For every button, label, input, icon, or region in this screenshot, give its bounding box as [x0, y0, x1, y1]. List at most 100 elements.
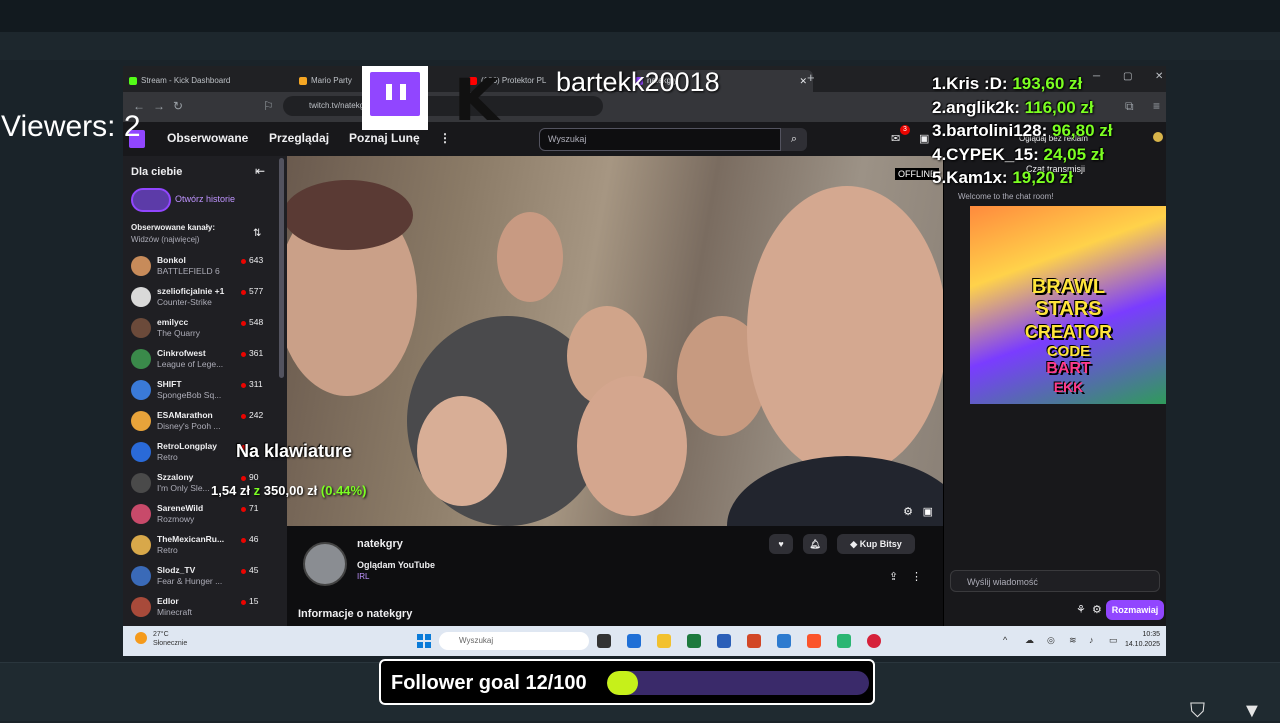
live-dot-icon	[241, 259, 246, 264]
banner-line: CREATOR	[1024, 322, 1113, 342]
tray-chevron-icon[interactable]: ^	[1003, 635, 1007, 645]
followed-channels-header: Obserwowane kanały: Widzów (najwięcej)	[131, 222, 215, 246]
sidebar-channel[interactable]: SHIFT SpongeBob Sq... 311	[123, 376, 275, 406]
more-options-icon[interactable]: ⋮	[911, 570, 922, 583]
security-icon[interactable]	[777, 634, 791, 648]
donation-goal-title: Na klawiature	[236, 441, 353, 461]
browser-tab-kick[interactable]: Stream - Kick Dashboard	[127, 70, 301, 92]
forward-icon[interactable]: →	[153, 99, 165, 113]
sidebar-channel[interactable]: szelioficjalnie +1 Counter-Strike 577	[123, 283, 275, 313]
bits-icon[interactable]: ⚘	[1076, 603, 1086, 616]
video-player[interactable]: OFFLINE ⚙ ▣	[287, 156, 943, 526]
brave-browser-icon[interactable]	[807, 634, 821, 648]
notification-bell-icon[interactable]: 🔔︎	[803, 534, 827, 554]
reload-icon[interactable]: ↻	[173, 99, 183, 113]
follower-goal-track	[607, 671, 869, 695]
app-icon[interactable]	[837, 634, 851, 648]
live-dot-icon	[241, 383, 246, 388]
buy-bits-button[interactable]: ◆ Kup Bitsy	[837, 534, 915, 554]
sidebar-channel[interactable]: Cinkrofwest League of Lege... 361	[123, 345, 275, 375]
top-donors-list: 1.Kris :D: 193,60 zł 2.anglik2k: 116,00 …	[932, 72, 1152, 190]
channel-viewers: 361	[249, 348, 264, 358]
channel-game: Retro	[157, 452, 178, 462]
new-tab-icon[interactable]: +	[807, 70, 815, 85]
windows-taskbar: 27°C Słonecznie Wyszukaj ^ ☁ ◎ ≋ ♪ ▭ 10:…	[123, 626, 1166, 656]
user-avatar[interactable]	[1153, 132, 1163, 142]
sidebar-channel[interactable]: ESAMarathon Disney's Pooh ... 242	[123, 407, 275, 437]
obs-icon[interactable]	[867, 634, 881, 648]
channel-game: Retro	[157, 545, 178, 555]
theater-mode-icon[interactable]: ▣	[923, 505, 933, 518]
tray-icon[interactable]: ☁	[1025, 635, 1034, 646]
share-icon[interactable]: ⇪	[889, 570, 898, 583]
taskbar-search-input[interactable]: Wyszukaj	[439, 632, 589, 650]
word-icon[interactable]	[717, 634, 731, 648]
buy-bits-label: Kup Bitsy	[859, 539, 902, 549]
nav-followed[interactable]: Obserwowane	[167, 131, 248, 145]
goal-raised: 1,54 zł	[211, 483, 251, 498]
sidebar-channel[interactable]: Bonkol BATTLEFIELD 6 643	[123, 252, 275, 282]
task-view-icon[interactable]	[597, 634, 611, 648]
date: 14.10.2025	[1124, 641, 1160, 648]
powerpoint-icon[interactable]	[747, 634, 761, 648]
channel-viewers: 46	[249, 534, 259, 544]
url-input[interactable]: twitch.tv/natekgry	[283, 96, 603, 116]
banner-line: BART	[1046, 360, 1091, 377]
sidebar-channel[interactable]: Edlor Minecraft 15	[123, 593, 275, 623]
channel-avatar	[131, 380, 151, 400]
person-shape	[417, 396, 507, 506]
channel-name: SareneWild	[157, 503, 204, 513]
story-avatar[interactable]	[131, 188, 171, 212]
weather-widget[interactable]: 27°C Słonecznie	[153, 630, 187, 648]
category-tag[interactable]: IRL	[357, 572, 369, 581]
donor-entry: 2.anglik2k: 116,00 zł	[932, 96, 1152, 120]
file-explorer-icon[interactable]	[657, 634, 671, 648]
twitch-sidebar: Dla ciebie ⇤ Otwórz historie Obserwowane…	[123, 156, 287, 626]
channel-name: emilycc	[157, 317, 189, 327]
donation-goal-progress: 1,54 zł z 350,00 zł (0.44%)	[211, 483, 366, 498]
chat-input[interactable]: Wyślij wiadomość	[950, 570, 1160, 592]
sort-label[interactable]: Widzów (najwięcej)	[131, 234, 215, 246]
send-chat-button[interactable]: Rozmawiaj	[1106, 600, 1164, 620]
open-stories-link[interactable]: Otwórz historie	[175, 194, 235, 204]
wifi-icon[interactable]: ≋	[1069, 635, 1077, 646]
channel-game: Fear & Hunger ...	[157, 576, 223, 586]
sort-icon[interactable]: ⇅	[253, 228, 261, 239]
search-input[interactable]: Wyszukaj	[539, 128, 781, 151]
nav-browse[interactable]: Przeglądaj	[269, 131, 329, 145]
channel-name: Slodz_TV	[157, 565, 196, 575]
store-icon[interactable]	[627, 634, 641, 648]
sidebar-channel[interactable]: TheMexicanRu... Retro 46	[123, 531, 275, 561]
nav-more-icon[interactable]: ⋮	[439, 131, 451, 145]
search-icon[interactable]: ⌕	[781, 128, 807, 151]
collapse-sidebar-icon[interactable]: ⇤	[255, 164, 265, 178]
chat-settings-icon[interactable]: ⚙	[1092, 603, 1102, 616]
bookmark-icon[interactable]: ⚐	[263, 99, 274, 113]
channel-viewers: 548	[249, 317, 264, 327]
sidebar-channel[interactable]: emilycc The Quarry 548	[123, 314, 275, 344]
close-window-icon[interactable]: ✕	[1155, 71, 1163, 82]
excel-icon[interactable]	[687, 634, 701, 648]
start-menu-icon[interactable]	[417, 634, 431, 648]
tray-icon[interactable]: ◎	[1047, 635, 1055, 646]
sidebar-channel[interactable]: SareneWild Rozmowy 71	[123, 500, 275, 530]
settings-icon[interactable]: ⚙	[903, 505, 913, 518]
channel-name[interactable]: natekgry	[357, 538, 403, 550]
sidebar-scrollbar[interactable]	[279, 158, 284, 378]
sidebar-channel[interactable]: Slodz_TV Fear & Hunger ... 45	[123, 562, 275, 592]
donor-name: 1.Kris :D:	[932, 74, 1008, 93]
battery-icon[interactable]: ▭	[1109, 635, 1118, 646]
notifications-icon[interactable]: ✉	[891, 132, 900, 145]
clock[interactable]: 10:35 14.10.2025	[1125, 630, 1160, 650]
channel-avatar	[131, 411, 151, 431]
volume-icon[interactable]: ♪	[1089, 635, 1094, 645]
menu-icon[interactable]: ≡	[1153, 99, 1160, 113]
nav-luna[interactable]: Poznaj Lunę	[349, 131, 420, 145]
follow-heart-icon[interactable]: ♥	[769, 534, 793, 554]
temperature: 27°C	[153, 631, 169, 638]
channel-avatar[interactable]	[303, 542, 347, 586]
kick-favicon-icon	[129, 77, 137, 85]
whispers-icon[interactable]: ▣	[919, 132, 929, 145]
close-tab-icon[interactable]: ✕	[799, 70, 807, 92]
header-band	[0, 32, 1280, 60]
